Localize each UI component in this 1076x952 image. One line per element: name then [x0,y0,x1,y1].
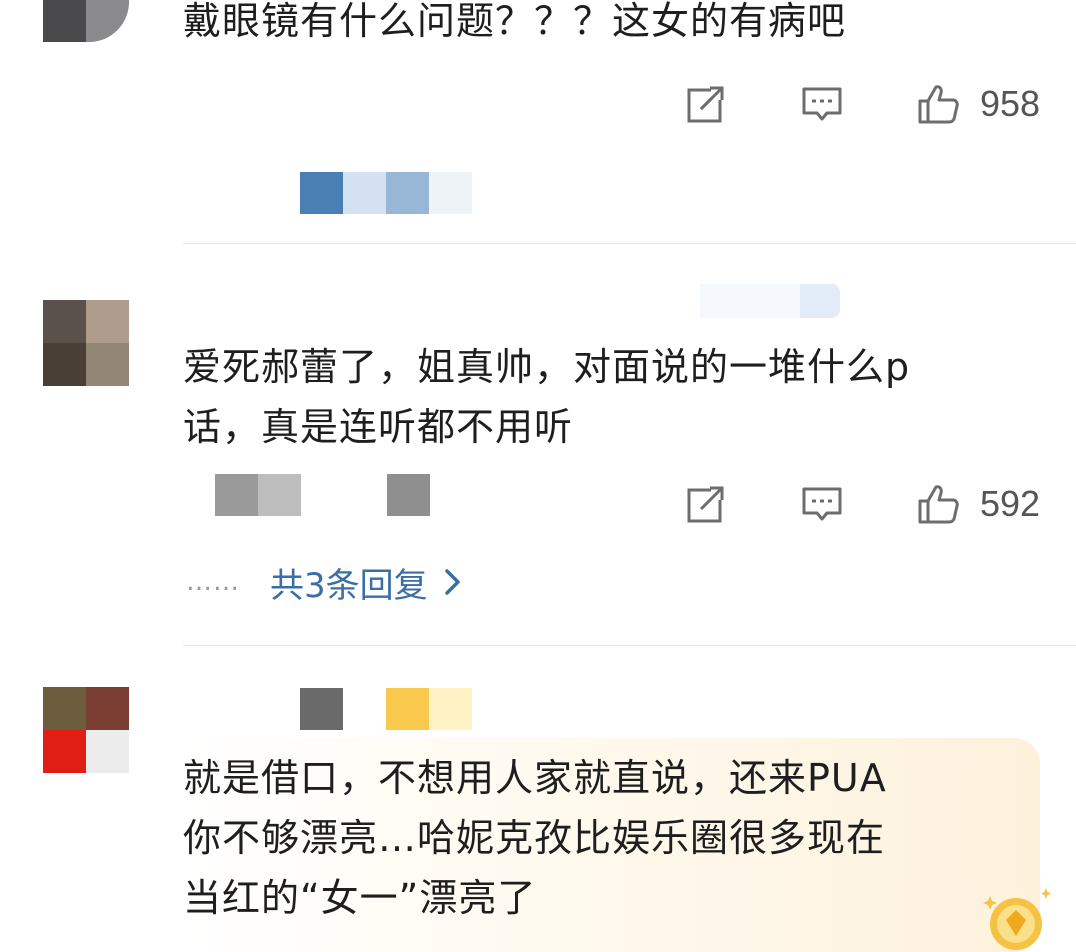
comment-text: 就是借口，不想用人家就直说，还来PUA 你不够漂亮…哈妮克孜比娱乐圈很多现在 当… [183,748,1033,928]
view-replies-link[interactable]: …… 共3条回复 [186,560,464,606]
like-icon[interactable] [916,82,960,126]
comment-icon[interactable] [800,482,844,526]
comment-text-line: 当红的“女一”漂亮了 [183,876,537,920]
comment-actions: 592 [680,478,1050,530]
comment-text: 戴眼镜有什么问题？？？这女的有病吧 [183,0,847,43]
redacted-mosaic [300,688,472,730]
share-icon[interactable] [684,82,728,126]
comment-text-line: 爱死郝蕾了，姐真帅，对面说的一堆什么p [183,345,911,389]
redacted-mosaic [300,172,472,214]
comment-text-line: 就是借口，不想用人家就直说，还来PUA [183,756,887,800]
replies-label: 共3条回复 [270,565,428,606]
comment-text: 爱死郝蕾了，姐真帅，对面说的一堆什么p 话，真是连听都不用听 [183,337,1033,457]
replies-dots: …… [186,567,240,597]
like-count: 592 [980,483,1041,524]
like-icon[interactable] [916,482,960,526]
redacted-mosaic [215,474,430,516]
avatar[interactable] [43,0,129,42]
share-icon[interactable] [684,482,728,526]
redacted-mosaic [700,284,840,318]
comment-actions: 958 [680,78,1050,130]
comment-feed: 戴眼镜有什么问题？？？这女的有病吧 958 爱死郝蕾了，姐真帅，对面说的一堆什么… [0,0,1076,952]
avatar[interactable] [43,687,129,773]
comment-icon[interactable] [800,82,844,126]
divider [183,645,1076,646]
comment-text-line: 话，真是连听都不用听 [183,405,574,449]
divider [183,243,1076,244]
avatar[interactable] [43,300,129,386]
chevron-right-icon [444,569,460,595]
comment-text-line: 你不够漂亮…哈妮克孜比娱乐圈很多现在 [183,816,886,860]
like-count: 958 [980,83,1041,124]
gold-badge-icon [983,888,1051,950]
